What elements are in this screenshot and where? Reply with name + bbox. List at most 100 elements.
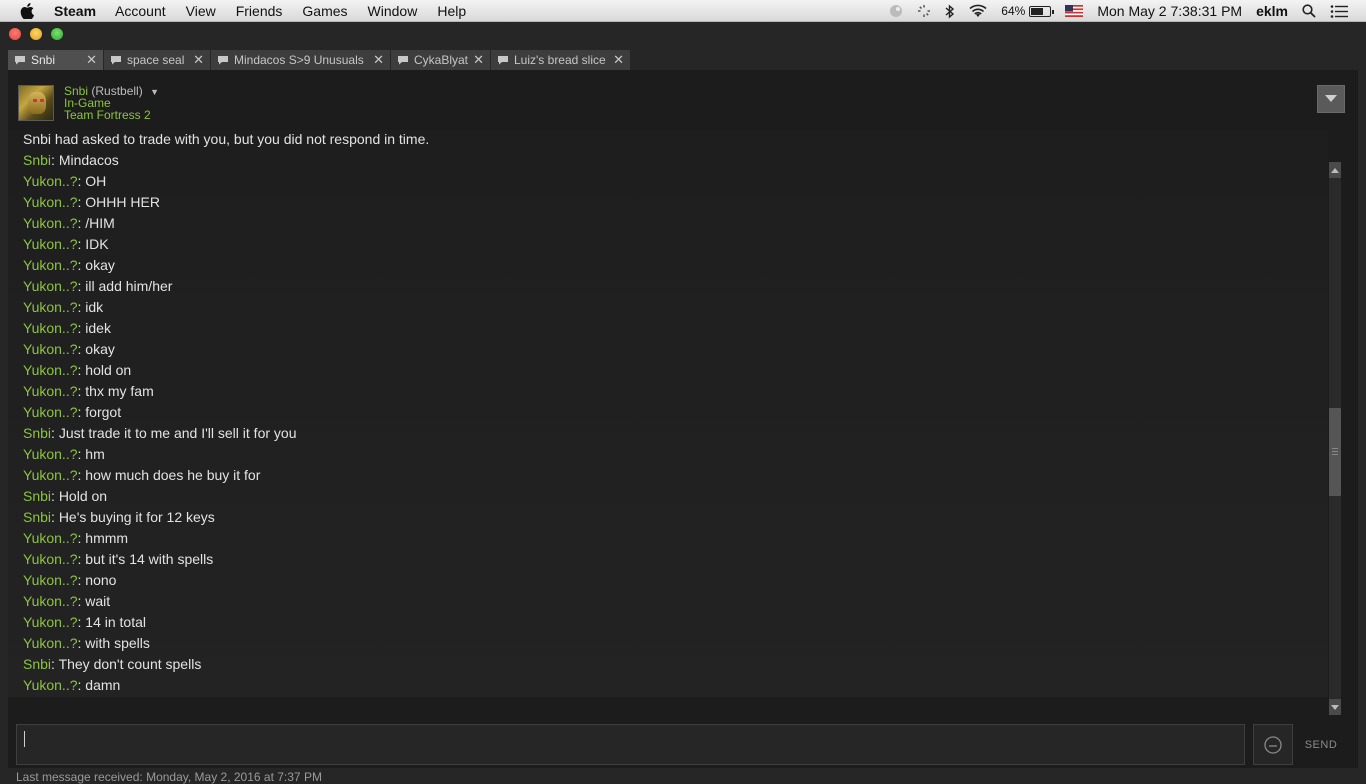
message-sender[interactable]: Yukon..? [23,572,78,588]
tab-close-icon[interactable]: ✕ [193,52,204,68]
wifi-icon[interactable] [969,4,987,18]
window-zoom-button[interactable] [51,28,63,40]
scrollbar-thumb[interactable] [1329,408,1341,496]
message-sender[interactable]: Yukon..? [23,404,78,420]
message-sender[interactable]: Yukon..? [23,593,78,609]
us-flag-icon[interactable] [1065,5,1084,17]
message-text: They don't count spells [58,656,202,672]
message-text: with spells [85,635,150,651]
sync-icon[interactable] [917,4,931,18]
chat-message: Yukon..?: /HIM [23,215,115,231]
message-sender[interactable]: Snbi [23,656,51,672]
message-text: idek [85,320,111,336]
message-text: wait [85,593,111,609]
chat-message: Yukon..?: thx my fam [23,383,154,399]
menu-window[interactable]: Window [368,3,418,19]
chat-message: Yukon..?: hmmm [23,530,129,546]
message-sender[interactable]: Yukon..? [23,320,78,336]
message-sender[interactable]: Snbi [23,509,51,525]
message-sender[interactable]: Yukon..? [23,467,78,483]
menu-help[interactable]: Help [437,3,466,19]
chat-bubble-icon [110,55,122,65]
arrow-up-icon [1331,167,1339,173]
tab-space-seal[interactable]: space seal ✕ [104,50,211,70]
menu-steam[interactable]: Steam [54,3,96,19]
clock[interactable]: Mon May 2 7:38:31 PM [1097,3,1242,19]
tab-cykablyat[interactable]: CykaBlyat ✕ [391,50,491,70]
message-text: damn [85,677,121,693]
message-text: ill add him/her [85,278,173,294]
scroll-down-button[interactable] [1329,699,1341,715]
tab-close-icon[interactable]: ✕ [613,52,624,68]
spotlight-search-icon[interactable] [1302,4,1316,18]
window-minimize-button[interactable] [30,28,42,40]
message-sender[interactable]: Yukon..? [23,677,78,693]
tab-close-icon[interactable]: ✕ [473,52,484,68]
message-sender[interactable]: Yukon..? [23,215,78,231]
menu-bar: Steam Account View Friends Games Window … [0,0,1366,22]
tab-luiz-bread-slice[interactable]: Luiz's bread slice ✕ [491,50,631,70]
emoticon-button[interactable] [1253,724,1293,765]
window-titlebar[interactable] [0,23,1366,45]
tab-close-icon[interactable]: ✕ [86,52,97,68]
tab-mindacos[interactable]: Mindacos S>9 Unusuals ✕ [211,50,391,70]
system-message: Snbi had asked to trade with you, but yo… [23,131,429,147]
steam-tray-icon[interactable] [889,4,903,18]
message-text: He's buying it for 12 keys [58,509,215,525]
message-text: idk [85,299,104,315]
scroll-up-button[interactable] [1329,162,1341,178]
avatar[interactable] [18,85,54,121]
message-sender[interactable]: Yukon..? [23,278,78,294]
chat-message: Yukon..?: OHHH HER [23,194,160,210]
message-sender[interactable]: Yukon..? [23,341,78,357]
menu-friends[interactable]: Friends [236,3,283,19]
user-name[interactable]: eklm [1256,3,1288,19]
message-sender[interactable]: Snbi [23,152,51,168]
chat-bubble-icon [497,55,509,65]
message-sender[interactable]: Yukon..? [23,362,78,378]
chat-message-log[interactable]: Snbi had asked to trade with you, but yo… [8,130,1328,697]
message-sender[interactable]: Yukon..? [23,236,78,252]
window-close-button[interactable] [9,28,21,40]
menu-account[interactable]: Account [115,3,166,19]
chat-message: Yukon..?: hold on [23,362,132,378]
message-sender[interactable]: Yukon..? [23,383,78,399]
message-text: OHHH HER [85,194,160,210]
chat-message: Yukon..?: 14 in total [23,614,146,630]
battery-status[interactable]: 64% [1001,4,1055,18]
tab-label: Snbi [31,53,56,67]
message-text: okay [85,341,115,357]
message-sender[interactable]: Yukon..? [23,446,78,462]
chat-message: Yukon..?: forgot [23,404,122,420]
send-button[interactable]: SEND [1301,724,1341,765]
message-sender[interactable]: Yukon..? [23,551,78,567]
message-sender[interactable]: Yukon..? [23,194,78,210]
apple-icon[interactable] [20,2,38,19]
chat-message: Snbi: He's buying it for 12 keys [23,509,215,525]
tab-close-icon[interactable]: ✕ [373,52,384,68]
message-sender[interactable]: Yukon..? [23,530,78,546]
message-text: hold on [85,362,132,378]
message-sender[interactable]: Yukon..? [23,614,78,630]
message-sender[interactable]: Yukon..? [23,299,78,315]
chat-message: Snbi: Hold on [23,488,108,504]
chat-options-dropdown-button[interactable] [1317,85,1345,113]
bluetooth-icon[interactable] [945,3,955,19]
message-text: but it's 14 with spells [85,551,214,567]
menu-games[interactable]: Games [302,3,347,19]
message-sender[interactable]: Yukon..? [23,173,78,189]
message-sender[interactable]: Snbi [23,488,51,504]
message-sender[interactable]: Snbi [23,425,51,441]
message-text: thx my fam [85,383,154,399]
notification-center-icon[interactable] [1330,4,1348,18]
message-sender[interactable]: Yukon..? [23,257,78,273]
message-sender[interactable]: Yukon..? [23,635,78,651]
message-input[interactable] [16,724,1245,765]
battery-percent: 64% [1001,4,1026,18]
menu-view[interactable]: View [186,3,216,19]
chat-scrollbar[interactable] [1329,162,1341,715]
tab-snbi[interactable]: Snbi ✕ [8,50,104,70]
message-text: okay [85,257,115,273]
chevron-down-icon[interactable]: ▼ [150,87,159,97]
chat-window: Snbi ✕ space seal ✕ Mindacos S>9 Unusual… [0,23,1366,784]
